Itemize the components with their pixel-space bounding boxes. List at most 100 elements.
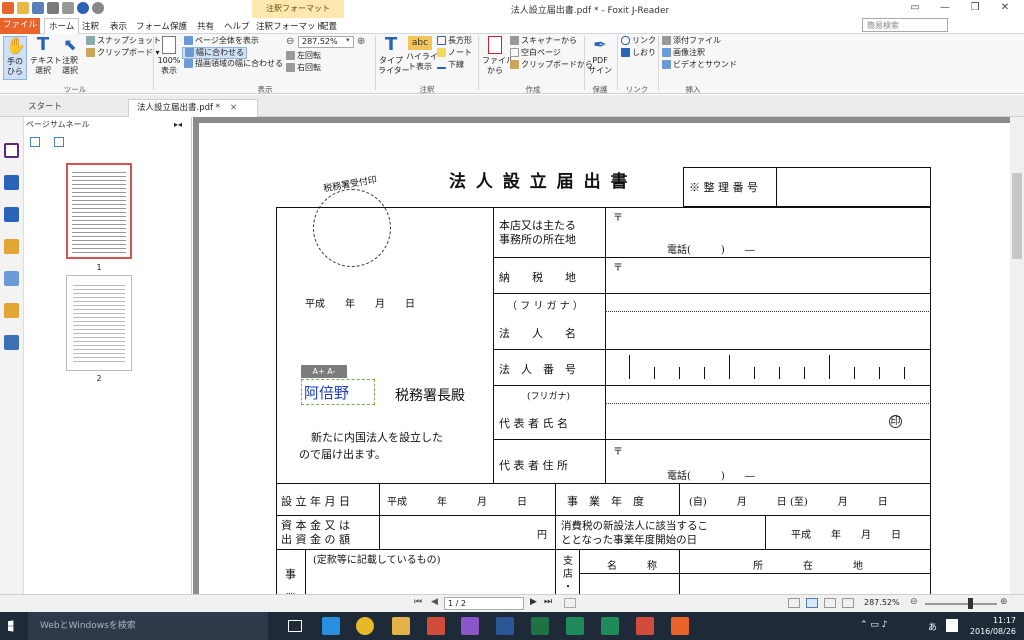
- comments-icon[interactable]: [4, 239, 19, 254]
- zoom-out-icon[interactable]: ⊖: [286, 36, 294, 47]
- edge-icon[interactable]: [322, 617, 340, 635]
- word-icon[interactable]: [496, 617, 514, 635]
- restore-button[interactable]: ❐: [960, 0, 990, 18]
- note-button[interactable]: ノート: [437, 48, 472, 58]
- task-view-icon[interactable]: [288, 620, 302, 632]
- zoom-thumb-in-icon[interactable]: [54, 137, 64, 147]
- snapshot-button[interactable]: スナップショット: [86, 36, 161, 46]
- fit-visible-button[interactable]: 描画領域の幅に合わせる: [184, 59, 283, 69]
- continuous-facing-icon[interactable]: [842, 598, 854, 608]
- scroll-thumb[interactable]: [1012, 173, 1022, 259]
- actual-size-button[interactable]: 100% 表示: [156, 36, 182, 76]
- vertical-scrollbar[interactable]: [1010, 117, 1024, 594]
- taskbar-search[interactable]: WebとWindowsを検索: [28, 612, 268, 640]
- yayoi-icon[interactable]: [566, 617, 584, 635]
- continuous-icon[interactable]: [806, 598, 818, 608]
- app-icon[interactable]: [636, 617, 654, 635]
- store-icon[interactable]: [427, 617, 445, 635]
- underline-button[interactable]: 下線: [437, 60, 464, 70]
- ime-indicator[interactable]: あ: [928, 620, 937, 633]
- tab-document[interactable]: 法人設立届出書.pdf * ✕: [128, 99, 258, 117]
- excel-icon[interactable]: [531, 617, 549, 635]
- menu-annotate[interactable]: 注釈: [78, 19, 103, 33]
- zoom-slider[interactable]: [925, 603, 997, 605]
- close-button[interactable]: ✕: [990, 0, 1020, 18]
- image-annotation-button[interactable]: 画像注釈: [662, 48, 705, 58]
- rotate-left-button[interactable]: 左回転: [286, 51, 321, 61]
- font-size-toolbar[interactable]: A+ A-: [301, 365, 347, 378]
- zoom-slider-handle[interactable]: [968, 598, 973, 609]
- view-mode-icon[interactable]: [564, 598, 576, 608]
- panel-options-icon[interactable]: ▸◂: [174, 120, 182, 129]
- prev-page-icon[interactable]: ◀: [431, 597, 438, 607]
- foxit-icon[interactable]: [671, 617, 689, 635]
- menu-share[interactable]: 共有: [193, 19, 218, 33]
- annotation-select-button[interactable]: ⬉ 注釈 選択: [58, 36, 82, 76]
- fit-width-button[interactable]: 幅に合わせる: [182, 47, 247, 59]
- onenote-icon[interactable]: [461, 617, 479, 635]
- facing-icon[interactable]: [824, 598, 836, 608]
- layers-icon[interactable]: [4, 207, 19, 222]
- signature-icon[interactable]: [4, 335, 19, 350]
- windows-start-icon[interactable]: [8, 620, 14, 632]
- pdf-sign-button[interactable]: ✒ PDF サイン: [587, 36, 613, 76]
- hand-tool-button[interactable]: ✋ 手の ひら: [3, 36, 27, 80]
- minimize-button[interactable]: —: [930, 0, 960, 18]
- fit-page-button[interactable]: ページ全体を表示: [184, 36, 259, 46]
- chevron-down-icon[interactable]: ▾: [346, 36, 350, 44]
- from-clipboard-button[interactable]: クリップボードから: [510, 60, 593, 70]
- typewriter-button[interactable]: T タイプ ライター: [378, 36, 410, 76]
- zoom-in-icon[interactable]: ⊕: [1000, 597, 1008, 607]
- mail-icon[interactable]: [62, 2, 74, 14]
- zoom-level-status[interactable]: 287.52%: [864, 598, 900, 607]
- rectangle-button[interactable]: 長方形: [437, 36, 472, 46]
- page-thumbnail[interactable]: [66, 275, 132, 371]
- save-icon[interactable]: [32, 2, 44, 14]
- ribbon-toggle-icon[interactable]: ▭: [900, 0, 930, 18]
- undo-icon[interactable]: [77, 2, 89, 14]
- yayoi-icon[interactable]: [601, 617, 619, 635]
- rotate-right-button[interactable]: 右回転: [286, 63, 321, 73]
- zoom-in-icon[interactable]: ⊕: [357, 36, 365, 47]
- attach-file-button[interactable]: 添付ファイル: [662, 36, 721, 46]
- last-page-icon[interactable]: ⏭: [544, 597, 552, 607]
- from-scanner-button[interactable]: スキャナーから: [510, 36, 577, 46]
- page-thumbnail[interactable]: [66, 163, 132, 259]
- next-page-icon[interactable]: ▶: [530, 597, 537, 607]
- open-icon[interactable]: [17, 2, 29, 14]
- menu-home[interactable]: ホーム: [44, 18, 80, 34]
- typed-office-name[interactable]: 阿倍野: [304, 382, 349, 403]
- menu-help[interactable]: ヘルプ: [220, 19, 254, 33]
- close-icon[interactable]: ✕: [230, 103, 237, 113]
- page-number-input[interactable]: 1 / 2: [444, 597, 524, 610]
- first-page-icon[interactable]: ⏮: [414, 597, 422, 607]
- redo-icon[interactable]: [92, 2, 104, 14]
- attachment-icon[interactable]: [4, 271, 19, 286]
- tab-start[interactable]: スタート: [20, 99, 120, 117]
- highlight-button[interactable]: abc ハイライ ト表示: [406, 36, 438, 72]
- chrome-icon[interactable]: [356, 617, 374, 635]
- ime-pad-icon[interactable]: [946, 619, 958, 632]
- video-sound-button[interactable]: ビデオとサウンド: [662, 60, 737, 70]
- from-file-button[interactable]: ファイル から: [482, 36, 514, 76]
- clock[interactable]: 11:17 2016/08/26: [970, 615, 1016, 637]
- quick-search-input[interactable]: 簡易検索: [862, 18, 948, 32]
- menu-arrange[interactable]: 配置: [316, 19, 341, 33]
- zoom-out-icon[interactable]: ⊖: [910, 597, 918, 607]
- single-page-icon[interactable]: [788, 598, 800, 608]
- tray-icons[interactable]: ⌃ ▭ ♪: [860, 620, 888, 630]
- link-button[interactable]: リンク: [621, 36, 656, 46]
- menu-view[interactable]: 表示: [106, 19, 131, 33]
- bookmark-button[interactable]: しおり: [621, 48, 656, 58]
- document-viewer[interactable]: 法 人 設 立 届 出 書 ※ 整 理 番 号 税務署受付印 本店又は主たる 事…: [193, 117, 1010, 594]
- menu-file[interactable]: ファイル: [0, 18, 40, 34]
- print-icon[interactable]: [47, 2, 59, 14]
- page-thumbnails-icon[interactable]: [4, 143, 19, 158]
- text-select-button[interactable]: T テキスト 選択: [30, 36, 62, 76]
- menu-protect[interactable]: 保護: [166, 19, 191, 33]
- blank-page-button[interactable]: 空白ページ: [510, 48, 561, 58]
- explorer-icon[interactable]: [392, 617, 410, 635]
- bookmarks-icon[interactable]: [4, 175, 19, 190]
- zoom-thumb-out-icon[interactable]: [30, 137, 40, 147]
- lock-icon[interactable]: [4, 303, 19, 318]
